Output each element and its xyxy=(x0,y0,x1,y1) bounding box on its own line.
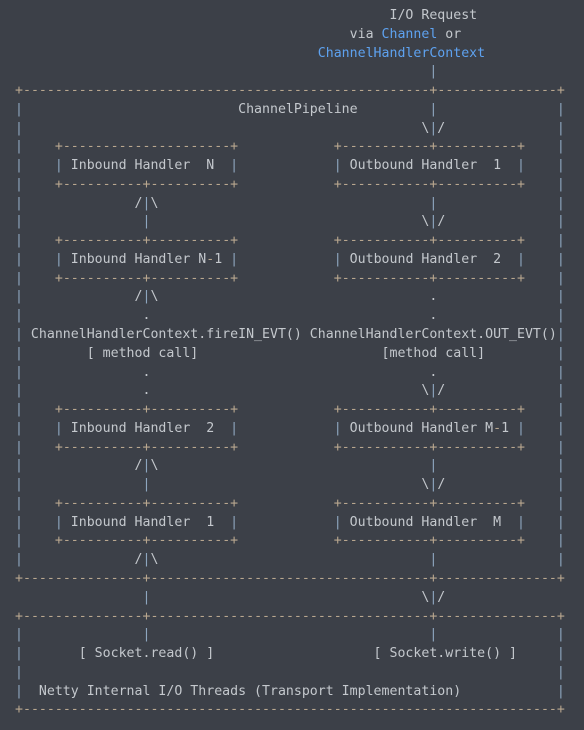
diagram-line: | xyxy=(429,64,438,80)
or-label: or xyxy=(445,26,462,42)
diagram-line: | | \|/ | xyxy=(15,214,565,230)
diagram-line: | | Inbound Handler N-1 | | Outbound Han… xyxy=(15,251,565,267)
diagram-line: | | | | xyxy=(15,627,565,643)
header-io-request: I/O Request xyxy=(15,7,565,26)
diagram-line: +---------------+-----------------------… xyxy=(15,570,565,586)
diagram-line: | | Inbound Handler 1 | | Outbound Handl… xyxy=(15,514,565,530)
diagram-line: | +----------+----------+ +-----------+-… xyxy=(15,176,565,192)
diagram-line: +---------------------------------------… xyxy=(15,702,565,718)
header-context-line: ChannelHandlerContext xyxy=(15,45,565,64)
diagram-body: | +--------------------------------------… xyxy=(15,63,565,720)
diagram-line: | Netty Internal I/O Threads (Transport … xyxy=(15,683,565,699)
diagram-line: | +----------+----------+ +-----------+-… xyxy=(15,495,565,511)
diagram-line: | +----------+----------+ +-----------+-… xyxy=(15,270,565,286)
diagram-line: | ChannelPipeline | | xyxy=(15,101,565,117)
diagram-line: | | xyxy=(15,664,565,680)
diagram-line: | /|\ | | xyxy=(15,195,565,211)
diagram-line: | . \|/ | xyxy=(15,383,565,399)
channel-handler-context-link: ChannelHandlerContext xyxy=(317,45,486,61)
diagram-line: | \|/ | xyxy=(15,120,565,136)
diagram-line: +---------------+-----------------------… xyxy=(15,608,565,624)
diagram-line: | /|\ . | xyxy=(15,289,565,305)
diagram-line: | \|/ xyxy=(142,589,446,605)
io-request-label: I/O Request xyxy=(389,8,478,23)
diagram-line: | +----------+----------+ +-----------+-… xyxy=(15,439,565,455)
diagram-line: | /|\ | | xyxy=(15,458,565,474)
diagram-line: | | \|/ | xyxy=(15,477,565,493)
diagram-line: | +----------+----------+ +-----------+-… xyxy=(15,533,565,549)
channel-pipeline-diagram: I/O Request via Channel or ChannelHandle… xyxy=(15,7,565,720)
diagram-line: | ChannelHandlerContext.fireIN_EVT() Cha… xyxy=(15,327,565,343)
diagram-line: | +----------+----------+ +-----------+-… xyxy=(15,402,565,418)
diagram-line: | /|\ | | xyxy=(15,552,565,568)
diagram-line: | | Inbound Handler 2 | | Outbound Handl… xyxy=(15,420,565,436)
header-via-line: via Channel or xyxy=(15,26,565,45)
channel-link: Channel xyxy=(381,26,438,42)
diagram-line: | | Inbound Handler N | | Outbound Handl… xyxy=(15,158,565,174)
diagram-line: | [ Socket.read() ] [ Socket.write() ] | xyxy=(15,646,565,662)
diagram-line: | [ method call] [method call] | xyxy=(15,345,565,361)
diagram-line: | . . | xyxy=(15,364,565,380)
diagram-line: | +---------------------+ +-----------+-… xyxy=(15,139,565,155)
via-label: via xyxy=(349,26,374,42)
diagram-line: | +----------+----------+ +-----------+-… xyxy=(15,233,565,249)
diagram-line: +---------------------------------------… xyxy=(15,83,565,99)
diagram-line: | . . | xyxy=(15,308,565,324)
